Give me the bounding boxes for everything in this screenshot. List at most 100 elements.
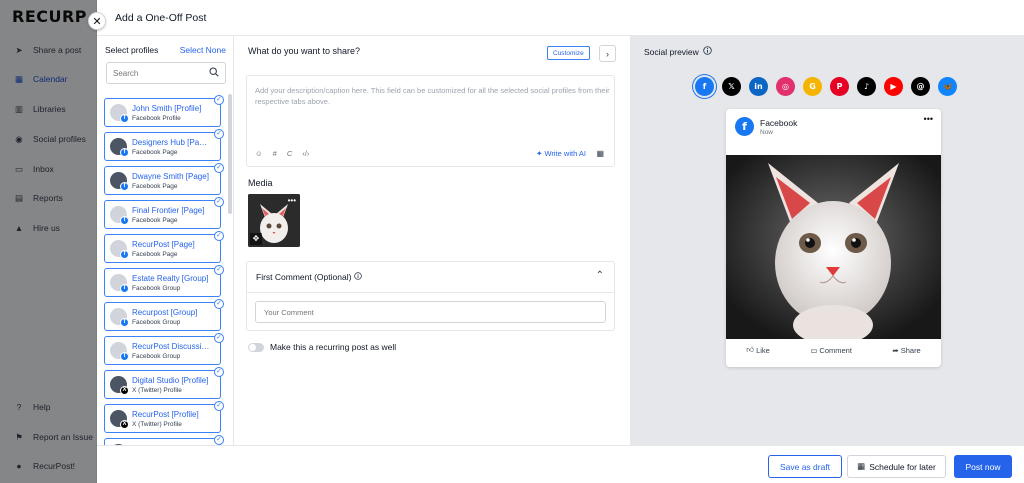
hashtag-icon[interactable]: #: [273, 149, 277, 158]
profile-type: X (Twitter) Profile: [132, 421, 182, 428]
preview-account-name: Facebook: [760, 118, 798, 128]
drag-handle-icon[interactable]: ✥: [250, 233, 262, 245]
threads-icon[interactable]: @: [911, 77, 930, 96]
profile-name: RecurPost Discussion ...: [132, 342, 210, 351]
preview-post-time: Now: [760, 129, 774, 136]
profile-card[interactable]: fRecurPost Discussion ... Facebook Group ✓: [104, 333, 224, 365]
share-action[interactable]: ➦ Share: [892, 345, 920, 355]
canva-icon[interactable]: C: [287, 149, 292, 158]
divider: [247, 292, 614, 293]
info-icon[interactable]: [703, 46, 712, 57]
more-options-icon[interactable]: •••: [288, 196, 296, 205]
comment-action[interactable]: ▭ Comment: [810, 345, 852, 355]
schedule-later-label: Schedule for later: [869, 461, 936, 472]
profile-card[interactable]: X RecurPost [Profile] X (Twitter) Profile ✓: [104, 401, 224, 433]
check-icon[interactable]: ✓: [214, 163, 224, 173]
compose-heading: What do you want to share?: [248, 46, 361, 56]
caption-placeholder: Add your description/caption here. This …: [255, 86, 610, 106]
profile-type: Facebook Group: [132, 285, 181, 292]
caption-toolbar: ☺ # C ‹/›: [255, 149, 309, 158]
profile-card[interactable]: f Recurpost [Group] Facebook Group ✓: [104, 299, 224, 331]
pinterest-icon[interactable]: P: [830, 77, 849, 96]
profile-card[interactable]: f John Smith [Profile] Facebook Profile ✓: [104, 95, 224, 127]
facebook-icon: f: [735, 117, 754, 136]
check-icon[interactable]: ✓: [214, 95, 224, 105]
check-icon[interactable]: ✓: [214, 197, 224, 207]
select-none-link[interactable]: Select None: [180, 45, 226, 55]
comment-icon: ▭: [810, 345, 818, 355]
first-comment-title[interactable]: First Comment (Optional): [256, 272, 363, 282]
post-now-button[interactable]: Post now: [954, 455, 1012, 478]
media-label: Media: [248, 178, 273, 188]
thumbs-up-icon: 👍︎: [746, 345, 755, 354]
close-icon: ✕: [92, 15, 102, 28]
comment-label: Comment: [819, 345, 852, 355]
media-thumbnail[interactable]: ••• ✥: [248, 194, 300, 247]
check-icon[interactable]: ✓: [214, 299, 224, 309]
recurring-toggle[interactable]: [248, 342, 264, 352]
check-icon[interactable]: ✓: [214, 401, 224, 411]
youtube-icon[interactable]: ▶: [884, 77, 903, 96]
profile-type: Facebook Page: [132, 183, 178, 190]
sparkle-icon: ✦: [536, 149, 543, 158]
first-comment-input[interactable]: [255, 301, 606, 323]
expand-preview-button[interactable]: ›: [599, 45, 616, 62]
profile-type: X (Twitter) Profile: [132, 387, 182, 394]
check-icon[interactable]: ✓: [214, 231, 224, 241]
like-label: Like: [756, 345, 770, 355]
instagram-icon[interactable]: ◎: [776, 77, 795, 96]
schedule-later-button[interactable]: ▦ Schedule for later: [847, 455, 946, 478]
profile-name: Recurpost [Group]: [132, 308, 198, 317]
customize-button[interactable]: Customize: [547, 46, 590, 60]
facebook-icon[interactable]: f: [695, 77, 714, 96]
profile-list-scrollbar[interactable]: [228, 94, 232, 214]
copy-icon[interactable]: ▦: [596, 149, 604, 158]
check-icon[interactable]: ✓: [214, 333, 224, 343]
profile-card[interactable]: XZamie Mirza [Profile]✓: [104, 435, 224, 445]
x-icon[interactable]: 𝕏: [722, 77, 741, 96]
profile-card[interactable]: f RecurPost [Page] Facebook Page ✓: [104, 231, 224, 263]
profile-card[interactable]: X Digital Studio [Profile] X (Twitter) Pro…: [104, 367, 224, 399]
tiktok-icon[interactable]: ♪: [857, 77, 876, 96]
save-draft-button[interactable]: Save as draft: [768, 455, 842, 478]
profile-search-input[interactable]: [113, 68, 203, 78]
preview-post-image: [726, 155, 941, 339]
linkedin-icon[interactable]: in: [749, 77, 768, 96]
profile-list: f John Smith [Profile] Facebook Profile ✓ f D…: [104, 94, 224, 445]
write-with-ai-button[interactable]: ✦ Write with AI: [536, 149, 586, 158]
code-icon[interactable]: ‹/›: [302, 149, 309, 158]
close-modal-button[interactable]: ✕: [88, 12, 106, 30]
write-with-ai-label: Write with AI: [544, 149, 586, 158]
profile-card[interactable]: f Final Frontier [Page] Facebook Page ✓: [104, 197, 224, 229]
profile-card[interactable]: f Designers Hub [Page] Facebook Page ✓: [104, 129, 224, 161]
bluesky-icon[interactable]: 🦋: [938, 77, 957, 96]
profile-card[interactable]: f Estate Realty [Group] Facebook Group ✓: [104, 265, 224, 297]
check-icon[interactable]: ✓: [214, 129, 224, 139]
x-twitter-icon: X: [120, 420, 129, 429]
profile-card[interactable]: f Dwayne Smith [Page] Facebook Page ✓: [104, 163, 224, 195]
check-icon[interactable]: ✓: [214, 435, 224, 445]
check-icon[interactable]: ✓: [214, 367, 224, 377]
profile-name: RecurPost [Page]: [132, 240, 195, 249]
profile-name: Designers Hub [Page]: [132, 138, 210, 147]
google-business-icon[interactable]: G: [803, 77, 822, 96]
more-options-icon[interactable]: •••: [924, 114, 933, 124]
profile-type: Facebook Page: [132, 251, 178, 258]
modal-backdrop[interactable]: [0, 0, 97, 483]
info-icon[interactable]: [354, 272, 363, 282]
search-icon[interactable]: [209, 67, 219, 79]
preview-actions: 👍︎ Like ▭ Comment ➦ Share: [726, 345, 941, 355]
caption-editor[interactable]: Add your description/caption here. This …: [246, 75, 615, 167]
facebook-icon: f: [120, 284, 129, 293]
profile-name: Digital Studio [Profile]: [132, 376, 209, 385]
profile-type: Facebook Profile: [132, 115, 181, 122]
compose-panel: What do you want to share? Customize › A…: [234, 36, 630, 445]
profile-name: John Smith [Profile]: [132, 104, 202, 113]
like-action[interactable]: 👍︎ Like: [746, 345, 770, 355]
x-twitter-icon: X: [120, 386, 129, 395]
profile-type: Facebook Page: [132, 149, 178, 156]
check-icon[interactable]: ✓: [214, 265, 224, 275]
facebook-icon: f: [120, 216, 129, 225]
chevron-up-icon[interactable]: ⌃: [596, 270, 604, 281]
emoji-icon[interactable]: ☺: [255, 149, 263, 158]
